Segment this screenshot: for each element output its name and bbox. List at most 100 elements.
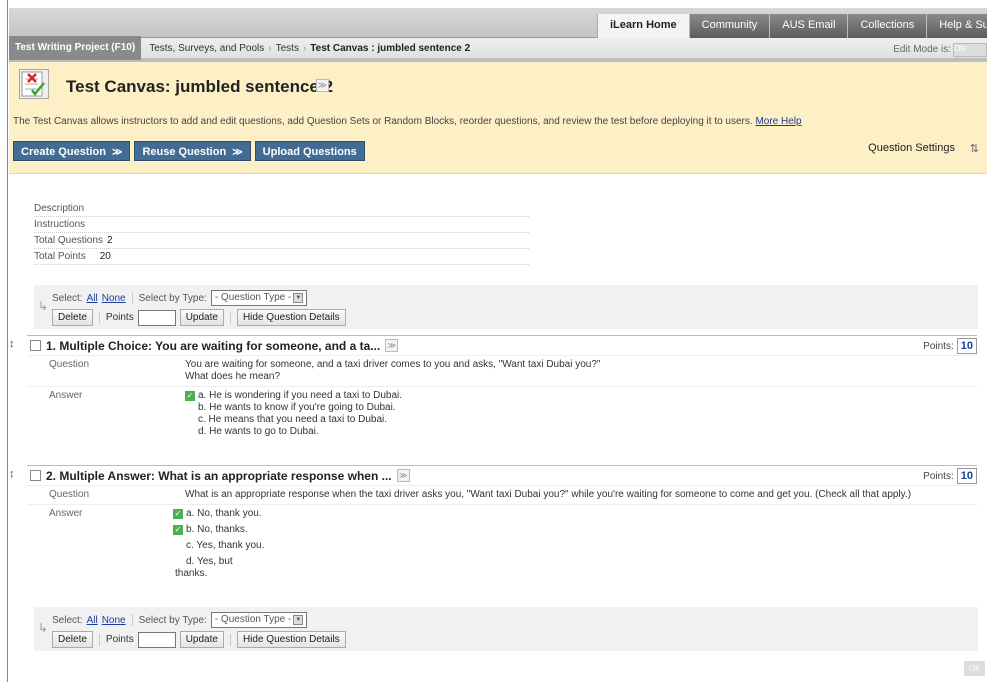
- ok-button[interactable]: OK: [964, 661, 985, 676]
- answer-text-continued: thanks.: [175, 568, 208, 579]
- update-button[interactable]: Update: [179, 309, 224, 326]
- select-label: Select:: [52, 292, 83, 304]
- question-1: ↕ 1. Multiple Choice: You are waiting fo…: [9, 335, 977, 441]
- question-1-text: You are waiting for someone, and a taxi …: [185, 359, 600, 383]
- upload-questions-button[interactable]: Upload Questions: [254, 141, 365, 161]
- select-none-link[interactable]: None: [102, 615, 126, 626]
- breadcrumb-item-tests[interactable]: Tests: [276, 43, 299, 54]
- tab-aus-email[interactable]: AUS Email: [769, 14, 848, 38]
- answer-text: c. Yes, thank you.: [186, 540, 265, 551]
- chevron-down-icon[interactable]: ≫: [385, 339, 399, 352]
- divider: [229, 311, 231, 324]
- select-row: Select: All None Select by Type: - Quest…: [52, 290, 308, 306]
- question-1-checkbox[interactable]: [30, 340, 41, 351]
- info-total-points: Total Points 20: [34, 249, 529, 265]
- question-1-header: ↕ 1. Multiple Choice: You are waiting fo…: [9, 335, 977, 355]
- answer-text: b. No, thanks.: [186, 524, 248, 535]
- action-bar: Create Question ≫ Reuse Question ≫ Upload …: [13, 141, 365, 161]
- answer-text: a. No, thank you.: [186, 508, 262, 519]
- answer-item: c. He means that you need a taxi to Duba…: [185, 414, 402, 426]
- info-description-label: Description: [34, 203, 85, 214]
- reuse-question-button[interactable]: Reuse Question ≫: [134, 141, 251, 161]
- info-total-points-label: Total Points: [34, 251, 86, 262]
- info-instructions: Instructions: [34, 217, 529, 233]
- page-title: Test Canvas: jumbled sentence 2: [66, 77, 334, 96]
- top-nav: iLearn Home Community AUS Email Collecti…: [9, 8, 987, 38]
- points-label: Points: [105, 312, 134, 323]
- check-icon: ✓: [173, 509, 183, 519]
- question-type-select[interactable]: - Question Type - ▼: [210, 290, 308, 306]
- breadcrumb-separator: ›: [268, 42, 272, 54]
- page-description-text: The Test Canvas allows instructors to ad…: [13, 116, 753, 127]
- chevron-down-icon[interactable]: ≫: [316, 79, 329, 92]
- question-2-title[interactable]: 2. Multiple Answer: What is an appropria…: [46, 469, 392, 483]
- chevron-down-icon: ▼: [293, 293, 304, 303]
- points-label: Points:: [923, 470, 954, 482]
- divider: [131, 614, 133, 626]
- select-all-link[interactable]: All: [87, 293, 98, 304]
- question-1-question-row: Question You are waiting for someone, an…: [27, 355, 977, 386]
- check-icon: ✓: [173, 525, 183, 535]
- points-label: Points: [105, 634, 134, 645]
- drag-handle-icon[interactable]: ↕: [9, 468, 15, 480]
- question-1-text-line-2: What does he mean?: [185, 371, 281, 382]
- question-type-select[interactable]: - Question Type - ▼: [210, 612, 308, 628]
- points-input[interactable]: [137, 309, 176, 326]
- breadcrumb-separator: ›: [302, 42, 307, 54]
- more-help-link[interactable]: More Help: [755, 116, 801, 127]
- reuse-question-label: Reuse Question: [142, 146, 227, 158]
- points-input[interactable]: [137, 631, 176, 648]
- hide-question-details-button[interactable]: Hide Question Details: [236, 631, 346, 648]
- info-total-points-value: 20: [99, 251, 111, 262]
- question-type-select-value: - Question Type -: [214, 614, 292, 625]
- question-1-text-line-1: You are waiting for someone, and a taxi …: [185, 359, 601, 370]
- question-toolbar-bottom: ↳ Select: All None Select by Type: - Que…: [34, 607, 978, 651]
- top-nav-tabs: iLearn Home Community AUS Email Collecti…: [597, 14, 987, 38]
- divider: [229, 633, 231, 646]
- breadcrumb: Tests, Surveys, and Pools › Tests › Test…: [141, 43, 470, 54]
- answer-text: d. Yes, but: [186, 556, 233, 567]
- course-link[interactable]: Test Writing Project (F10): [9, 36, 142, 60]
- question-1-points: Points: 10: [923, 338, 977, 354]
- edit-mode-toggle[interactable]: ON: [953, 43, 987, 57]
- answer-label: Answer: [49, 390, 83, 401]
- answer-label: Answer: [49, 508, 83, 519]
- chevron-down-icon[interactable]: ≫: [396, 469, 410, 482]
- question-toolbar-top: ↳ Select: All None Select by Type: - Que…: [34, 285, 978, 329]
- hide-question-details-button[interactable]: Hide Question Details: [236, 309, 346, 326]
- breadcrumb-item-tests-surveys-pools[interactable]: Tests, Surveys, and Pools: [149, 43, 264, 54]
- question-2-checkbox[interactable]: [30, 470, 41, 481]
- question-settings-button[interactable]: Question Settings: [868, 142, 955, 154]
- question-2-answers: ✓ a. No, thank you. ✓ b. No, thanks. c. Ye…: [173, 508, 264, 580]
- sort-icon[interactable]: ⇅: [970, 142, 979, 155]
- question-1-points-value[interactable]: 10: [956, 338, 977, 354]
- select-none-link[interactable]: None: [102, 293, 126, 304]
- question-2-text: What is an appropriate response when the…: [185, 489, 911, 501]
- breadcrumb-bar: Test Writing Project (F10) Tests, Survey…: [9, 36, 987, 62]
- question-2-points-value[interactable]: 10: [956, 468, 977, 484]
- delete-button[interactable]: Delete: [52, 309, 93, 326]
- tab-ilearn-home[interactable]: iLearn Home: [597, 14, 689, 38]
- tab-help-support[interactable]: Help & Suppor: [926, 14, 987, 38]
- upload-questions-label: Upload Questions: [262, 146, 357, 158]
- question-1-answer-row: Answer ✓ a. He is wondering if you need a…: [27, 386, 977, 441]
- chevron-down-icon: ≫: [232, 147, 243, 158]
- tab-collections[interactable]: Collections: [847, 14, 927, 38]
- edit-mode-label: Edit Mode is:: [893, 44, 951, 55]
- question-1-title[interactable]: 1. Multiple Choice: You are waiting for …: [46, 339, 380, 353]
- select-all-link[interactable]: All: [87, 615, 98, 626]
- delete-button[interactable]: Delete: [52, 631, 93, 648]
- action-row: Delete Points Update Hide Question Detai…: [52, 309, 346, 326]
- drag-handle-icon[interactable]: ↕: [9, 338, 15, 350]
- question-2-points: Points: 10: [923, 468, 977, 484]
- select-by-type-label: Select by Type:: [138, 614, 207, 626]
- info-total-questions-value: 2: [106, 235, 113, 246]
- question-label: Question: [49, 359, 90, 370]
- answer-text: a. He is wondering if you need a taxi to…: [198, 390, 403, 401]
- update-button[interactable]: Update: [179, 631, 224, 648]
- create-question-button[interactable]: Create Question ≫: [13, 141, 131, 161]
- divider: [131, 292, 133, 304]
- page-header: Test Canvas: jumbled sentence 2 ≫ The Te…: [9, 62, 987, 174]
- tab-community[interactable]: Community: [688, 14, 770, 38]
- question-2-question-row: Question What is an appropriate response…: [27, 485, 977, 504]
